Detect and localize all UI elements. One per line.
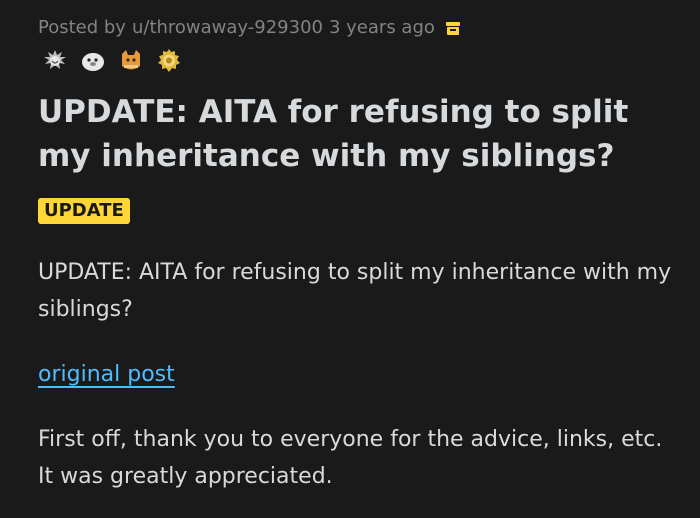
cat-award-icon[interactable] (118, 48, 144, 74)
post-meta: Posted by u/throwaway-929300 3 years ago (38, 13, 461, 41)
awards-row (42, 46, 182, 76)
gold-award-icon[interactable] (156, 48, 182, 74)
post-age: 3 years ago (328, 16, 435, 38)
original-post-link[interactable]: original post (38, 356, 175, 393)
post-body-paragraph: UPDATE: AITA for refusing to split my in… (38, 260, 672, 322)
post-flair[interactable]: UPDATE (38, 198, 130, 224)
post-title[interactable]: UPDATE: AITA for refusing to split my in… (38, 90, 678, 178)
seal-award-icon[interactable] (80, 48, 106, 74)
author-link[interactable]: u/throwaway-929300 (132, 17, 323, 38)
post-body-paragraph-2: First off, thank you to everyone for the… (38, 427, 663, 489)
wholesome-seal-award-icon[interactable] (42, 48, 68, 74)
posted-by-label: Posted by (38, 16, 126, 38)
archive-icon (445, 20, 461, 36)
